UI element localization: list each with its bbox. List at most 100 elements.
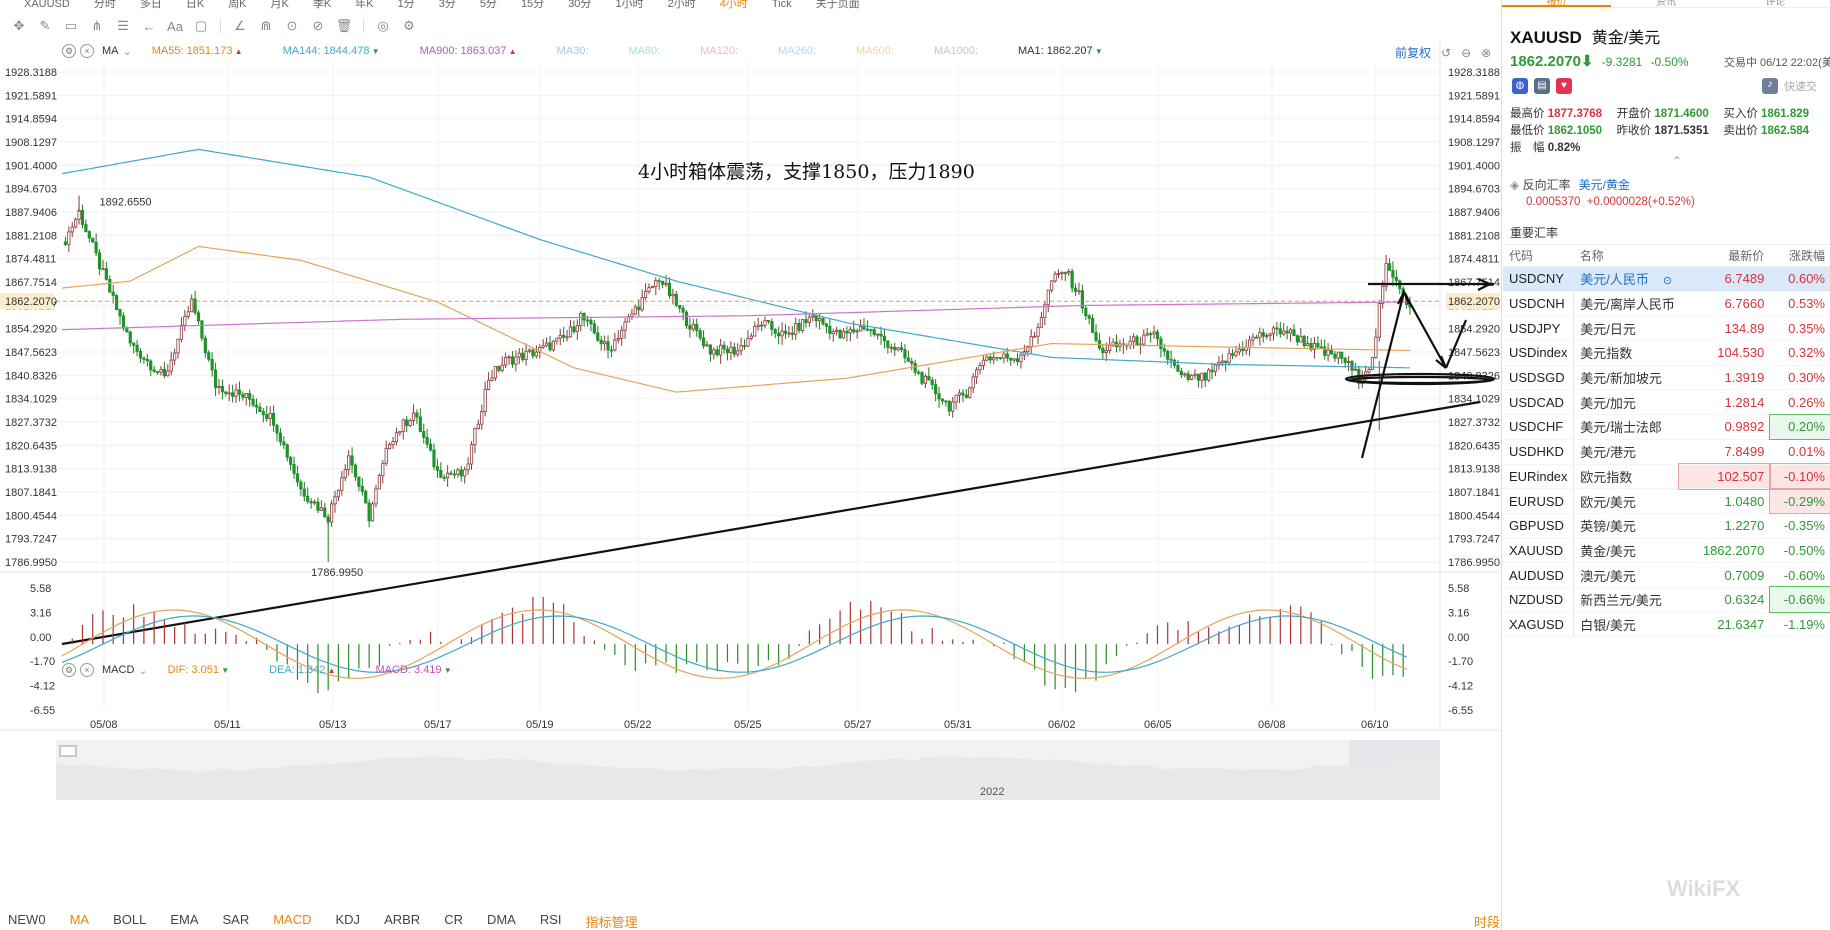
table-row[interactable]: USDCHF 美元/瑞士法郎 0.9892 0.20% bbox=[1503, 413, 1830, 441]
quote-tab[interactable]: 报价 bbox=[1502, 0, 1612, 7]
indicator-tab[interactable]: MACD bbox=[273, 912, 311, 930]
bell-icon[interactable]: ♪ bbox=[1762, 78, 1778, 94]
indicator-tab[interactable]: ARBR bbox=[384, 912, 420, 930]
globe-icon[interactable]: ◍ bbox=[1512, 78, 1528, 94]
heart-icon[interactable]: ♥ bbox=[1556, 78, 1572, 94]
quote-tab[interactable]: 资讯 bbox=[1611, 0, 1720, 7]
period-item[interactable]: 季K bbox=[313, 0, 331, 12]
candle bbox=[1237, 343, 1241, 356]
arrow-icon[interactable]: ← bbox=[138, 19, 160, 34]
indicator-tab[interactable]: KDJ bbox=[336, 912, 361, 930]
x-tick-label: 06/02 bbox=[1048, 719, 1076, 731]
period-item[interactable]: XAUUSD bbox=[24, 0, 70, 12]
row-code: GBPUSD bbox=[1503, 513, 1575, 539]
table-row[interactable]: AUDUSD 澳元/美元 0.7009 -0.60% bbox=[1503, 562, 1830, 588]
table-row[interactable]: USDJPY 美元/日元 134.89 0.35% bbox=[1503, 315, 1830, 342]
table-row[interactable]: EURUSD 欧元/美元 1.0480 -0.29% bbox=[1503, 487, 1830, 515]
x-tick-label: 06/10 bbox=[1361, 719, 1389, 731]
period-item[interactable]: 多日 bbox=[140, 0, 162, 12]
period-item[interactable]: 1分 bbox=[398, 0, 415, 12]
table-row[interactable]: XAUUSD 黄金/美元 1862.2070 -0.50% bbox=[1503, 538, 1830, 564]
watch-icon[interactable]: ⊙ bbox=[1663, 274, 1672, 287]
period-item[interactable]: 3分 bbox=[439, 0, 456, 12]
candle bbox=[514, 350, 518, 372]
candle bbox=[715, 345, 719, 357]
table-row[interactable]: USDindex 美元指数 104.530 0.32% bbox=[1503, 340, 1830, 366]
text-icon[interactable]: Aa bbox=[164, 19, 186, 34]
reverse-rate-pair[interactable]: 美元/黄金 bbox=[1579, 178, 1630, 192]
table-row[interactable]: USDHKD 美元/港元 7.8499 0.01% bbox=[1503, 439, 1830, 465]
indicator-tab[interactable]: DMA bbox=[487, 912, 516, 930]
candle bbox=[1271, 325, 1276, 341]
sub-indicator-name[interactable]: MACD bbox=[102, 664, 134, 676]
shape-icon[interactable]: ▭ bbox=[60, 18, 82, 34]
table-row[interactable]: USDSGD 美元/新加坡元 1.3919 0.30% bbox=[1503, 365, 1830, 391]
ruler-icon[interactable]: ∠ bbox=[229, 18, 251, 34]
period-item[interactable]: 5分 bbox=[480, 0, 497, 12]
kline-chart[interactable]: 1928.3188 1928.3188 1921.5891 1921.5891 1914… bbox=[0, 40, 1500, 910]
table-row[interactable]: USDCNH 美元/离岸人民币 6.7660 0.53% bbox=[1503, 291, 1830, 317]
period-item[interactable]: 分时 bbox=[94, 0, 116, 12]
column-header[interactable]: 最新价 bbox=[1679, 244, 1771, 267]
indicator-tab[interactable]: SAR bbox=[222, 912, 249, 930]
hide-icon[interactable]: ⊘ bbox=[307, 18, 329, 34]
indicator-tab[interactable]: EMA bbox=[170, 912, 198, 930]
last-price-label-right: 1862.2070 bbox=[1448, 296, 1500, 308]
indicator-tab[interactable]: MA bbox=[70, 912, 90, 930]
indicator-tab[interactable]: 指标管理 bbox=[586, 912, 638, 930]
move-icon[interactable]: ✥ bbox=[8, 18, 30, 34]
table-row[interactable]: EURindex 欧元指数 102.507 -0.10% bbox=[1503, 463, 1830, 490]
session-label[interactable]: 时段 bbox=[1474, 912, 1500, 930]
chevron-down-icon[interactable]: ⌄ bbox=[138, 664, 147, 677]
indicator-tab[interactable]: NEW0 bbox=[8, 912, 46, 930]
candle bbox=[343, 464, 347, 481]
eye-icon[interactable]: ◎ bbox=[372, 18, 394, 34]
period-item[interactable]: 日K bbox=[186, 0, 204, 12]
period-item[interactable]: 年K bbox=[355, 0, 373, 12]
lines-icon[interactable]: ☰ bbox=[112, 18, 134, 34]
period-item[interactable]: 4小时 bbox=[720, 0, 748, 12]
period-item[interactable]: 月K bbox=[271, 0, 289, 12]
fork-icon[interactable]: ⋔ bbox=[86, 18, 108, 34]
period-item[interactable]: 1小时 bbox=[615, 0, 643, 12]
period-item[interactable]: 关于页面 bbox=[816, 0, 860, 12]
watermark-logo: WikiFX bbox=[1667, 876, 1741, 901]
table-row[interactable]: USDCAD 美元/加元 1.2814 0.26% bbox=[1503, 389, 1830, 416]
column-header[interactable]: 代码 bbox=[1503, 244, 1574, 267]
column-header[interactable]: 名称 bbox=[1573, 244, 1680, 267]
lock-icon[interactable]: ⊙ bbox=[281, 18, 303, 34]
period-item[interactable]: Tick bbox=[772, 0, 792, 12]
gear-icon[interactable]: ⚙ bbox=[398, 18, 420, 34]
magnet-icon[interactable]: ⋒ bbox=[255, 18, 277, 34]
settings-icon[interactable]: ⚙ bbox=[62, 663, 76, 677]
quick-trade-label[interactable]: 快速交 bbox=[1784, 78, 1817, 94]
indicator-tab[interactable]: RSI bbox=[540, 912, 562, 930]
collapse-chevron-icon[interactable]: ⌃ bbox=[1672, 154, 1682, 168]
period-item[interactable]: 15分 bbox=[521, 0, 544, 12]
comment-icon[interactable]: ▢ bbox=[190, 18, 212, 34]
candle bbox=[210, 352, 214, 377]
indicator-tab[interactable]: CR bbox=[444, 912, 463, 930]
navigator-menu-icon[interactable] bbox=[59, 745, 77, 757]
candle bbox=[981, 354, 986, 370]
trash-icon[interactable]: 🗑 bbox=[333, 18, 355, 34]
column-header[interactable]: 涨跌幅 bbox=[1770, 244, 1830, 267]
table-row[interactable]: XAGUSD 白银/美元 21.6347 -1.19% bbox=[1503, 612, 1830, 638]
table-row[interactable]: USDCNY 美元/人民币 ⊙ 6.7489 0.60% bbox=[1503, 266, 1830, 292]
table-row[interactable]: NZDUSD 新西兰元/美元 0.6324 -0.66% bbox=[1503, 586, 1830, 614]
period-item[interactable]: 30分 bbox=[568, 0, 591, 12]
table-row[interactable]: GBPUSD 英镑/美元 1.2270 -0.35% bbox=[1503, 513, 1830, 539]
candle bbox=[1084, 305, 1088, 321]
document-icon[interactable]: ▤ bbox=[1534, 78, 1550, 94]
row-name: 英镑/美元 bbox=[1573, 513, 1680, 539]
indicator-tab[interactable]: BOLL bbox=[113, 912, 146, 930]
period-item[interactable]: 2小时 bbox=[668, 0, 696, 12]
quote-tab[interactable]: 评论 bbox=[1721, 0, 1830, 7]
y-tick-label-left: 1834.1029 bbox=[5, 394, 57, 406]
y-tick-label-left: 1807.1841 bbox=[5, 487, 57, 499]
candle bbox=[927, 367, 931, 381]
brush-icon[interactable]: ✎ bbox=[34, 18, 56, 34]
close-icon[interactable]: × bbox=[80, 663, 94, 677]
period-item[interactable]: 周K bbox=[228, 0, 246, 12]
quick-trade[interactable]: ♪ 快速交 bbox=[1762, 78, 1817, 94]
